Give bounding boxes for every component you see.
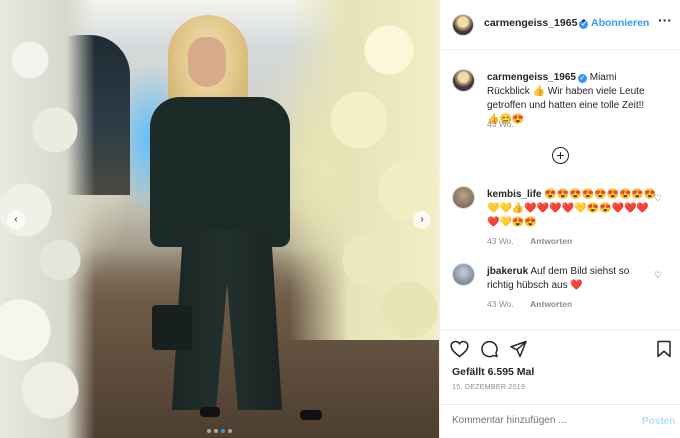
carousel-dot[interactable] [221, 429, 225, 433]
heart-icon[interactable]: ♡ [654, 270, 662, 281]
caption-avatar[interactable] [452, 69, 475, 92]
post-comment-button[interactable]: Posten [642, 416, 675, 427]
carousel-dot[interactable] [207, 429, 211, 433]
likes-count[interactable]: Gefällt 6.595 Mal [452, 366, 534, 378]
comment-avatar[interactable] [452, 263, 475, 286]
comment-time[interactable]: 43 Wo. [487, 236, 514, 246]
author-username[interactable]: carmengeiss_1965 ✓ [484, 17, 589, 29]
bookmark-icon[interactable] [656, 340, 672, 358]
caption-username[interactable]: carmengeiss_1965 [487, 72, 576, 83]
caption-meta: 43 Wo. [487, 119, 528, 129]
carousel-dot[interactable] [228, 429, 232, 433]
post-date[interactable]: 15. DEZEMBER 2019 [452, 384, 525, 391]
comments-list: carmengeiss_1965 ✓ Miami Rückblick 👍 Wir … [440, 50, 680, 330]
photo-wall-right [289, 0, 439, 340]
comment-meta: 43 Wo. Antworten [487, 236, 586, 246]
author-avatar[interactable] [452, 14, 474, 36]
add-comment-bar: Posten [440, 404, 680, 438]
comment-icon[interactable] [480, 340, 499, 358]
post-actions: Gefällt 6.595 Mal 15. DEZEMBER 2019 [440, 330, 680, 408]
post-header: carmengeiss_1965 ✓ • Abonnieren ··· [440, 0, 680, 50]
photo-person [150, 15, 322, 425]
verified-icon: ✓ [577, 74, 587, 83]
reply-button[interactable]: Antworten [530, 299, 572, 309]
more-icon[interactable]: ··· [658, 12, 672, 28]
comment-time[interactable]: 43 Wo. [487, 299, 514, 309]
separator-dot: • [582, 16, 586, 27]
comment-text: kembis_life 😍😍😍😍😍😍😍😍😍💛💛👍❤️❤️❤️❤️💛😍😍❤️❤️❤… [487, 189, 657, 228]
post-photo[interactable]: ‹ › [0, 0, 439, 438]
caption-time[interactable]: 43 Wo. [487, 119, 514, 129]
heart-icon[interactable]: ♡ [654, 193, 662, 204]
comment-input[interactable] [452, 415, 622, 426]
carousel-dots [0, 425, 439, 436]
comment-meta: 43 Wo. Antworten [487, 299, 586, 309]
comment-text: jbakeruk Auf dem Bild siehst so richtig … [487, 266, 630, 291]
post-side-panel: carmengeiss_1965 ✓ • Abonnieren ··· carme… [439, 0, 680, 438]
carousel-next-button[interactable]: › [413, 211, 431, 229]
carousel-dot[interactable] [214, 429, 218, 433]
share-icon[interactable] [509, 340, 528, 358]
reply-button[interactable]: Antworten [530, 236, 572, 246]
comment-username[interactable]: kembis_life [487, 189, 541, 200]
comment-username[interactable]: jbakeruk [487, 266, 528, 277]
carousel-prev-button[interactable]: ‹ [7, 211, 25, 229]
follow-button[interactable]: Abonnieren [591, 17, 649, 29]
heart-icon[interactable] [450, 340, 469, 358]
plus-circle-icon[interactable]: + [552, 147, 569, 164]
comment-avatar[interactable] [452, 186, 475, 209]
